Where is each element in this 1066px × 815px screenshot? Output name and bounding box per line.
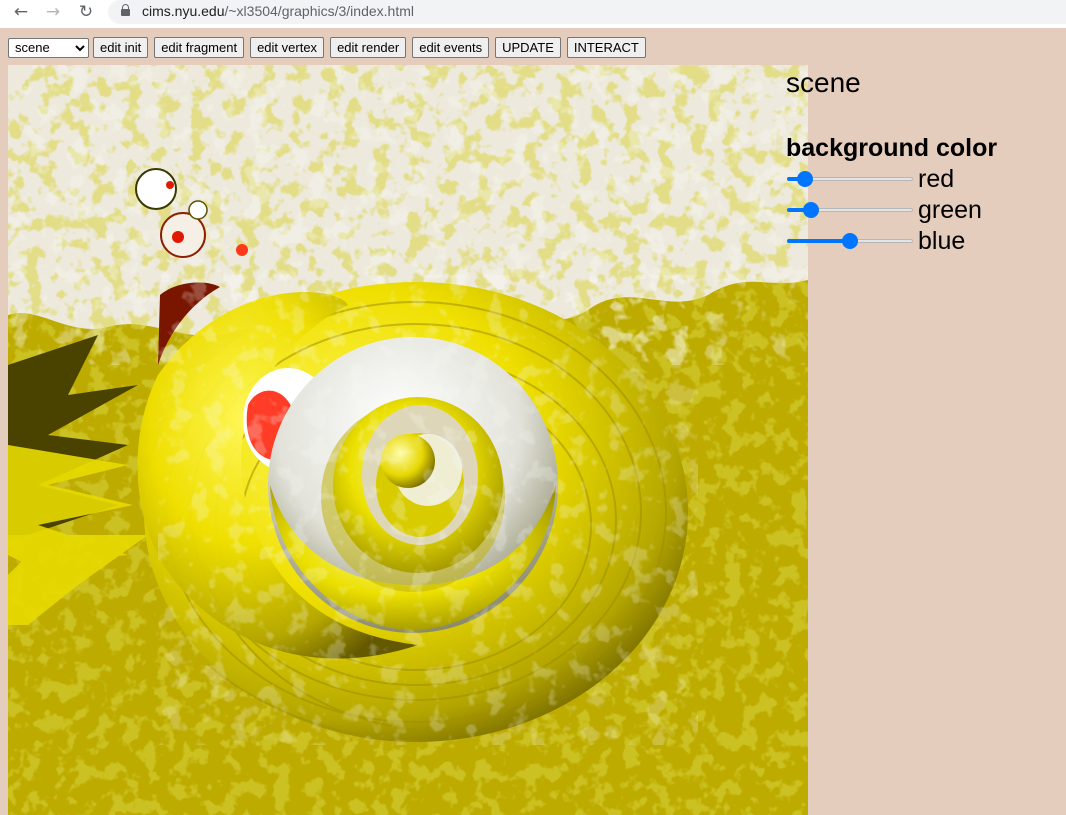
forward-arrow-icon[interactable]: →	[41, 1, 65, 23]
edit-init-button[interactable]: edit init	[93, 37, 149, 58]
red-slider-row: red	[786, 163, 1056, 194]
lock-icon	[121, 4, 130, 16]
scene-select[interactable]: scene	[8, 37, 89, 58]
green-slider-row: green	[786, 194, 1056, 225]
red-slider[interactable]	[786, 170, 914, 187]
url-text[interactable]: cims.nyu.edu/~xl3504/graphics/3/index.ht…	[142, 3, 414, 19]
url-host: cims.nyu.edu	[142, 3, 225, 19]
browser-chrome: ← → ↻ cims.nyu.edu/~xl3504/graphics/3/in…	[0, 0, 1066, 28]
url-path: /~xl3504/graphics/3/index.html	[224, 3, 414, 19]
green-label: green	[918, 195, 982, 224]
reload-icon[interactable]: ↻	[74, 1, 98, 23]
blue-slider-row: blue	[786, 225, 1056, 256]
blue-label: blue	[918, 226, 966, 255]
background-color-heading: background color	[786, 134, 998, 162]
edit-fragment-button[interactable]: edit fragment	[154, 37, 245, 58]
control-panel: scene background color red green blue	[786, 66, 1056, 256]
red-label: red	[918, 164, 955, 193]
interact-button[interactable]: INTERACT	[566, 37, 646, 58]
blue-slider[interactable]	[786, 232, 914, 249]
back-arrow-icon[interactable]: ←	[9, 1, 33, 23]
edit-events-button[interactable]: edit events	[412, 37, 490, 58]
toolbar: scene edit init edit fragment edit verte…	[8, 37, 652, 58]
update-button[interactable]: UPDATE	[495, 37, 561, 58]
panel-title: scene	[786, 67, 861, 98]
green-slider[interactable]	[786, 201, 914, 218]
edit-render-button[interactable]: edit render	[330, 37, 407, 58]
render-canvas[interactable]	[8, 65, 808, 815]
edit-vertex-button[interactable]: edit vertex	[250, 37, 325, 58]
